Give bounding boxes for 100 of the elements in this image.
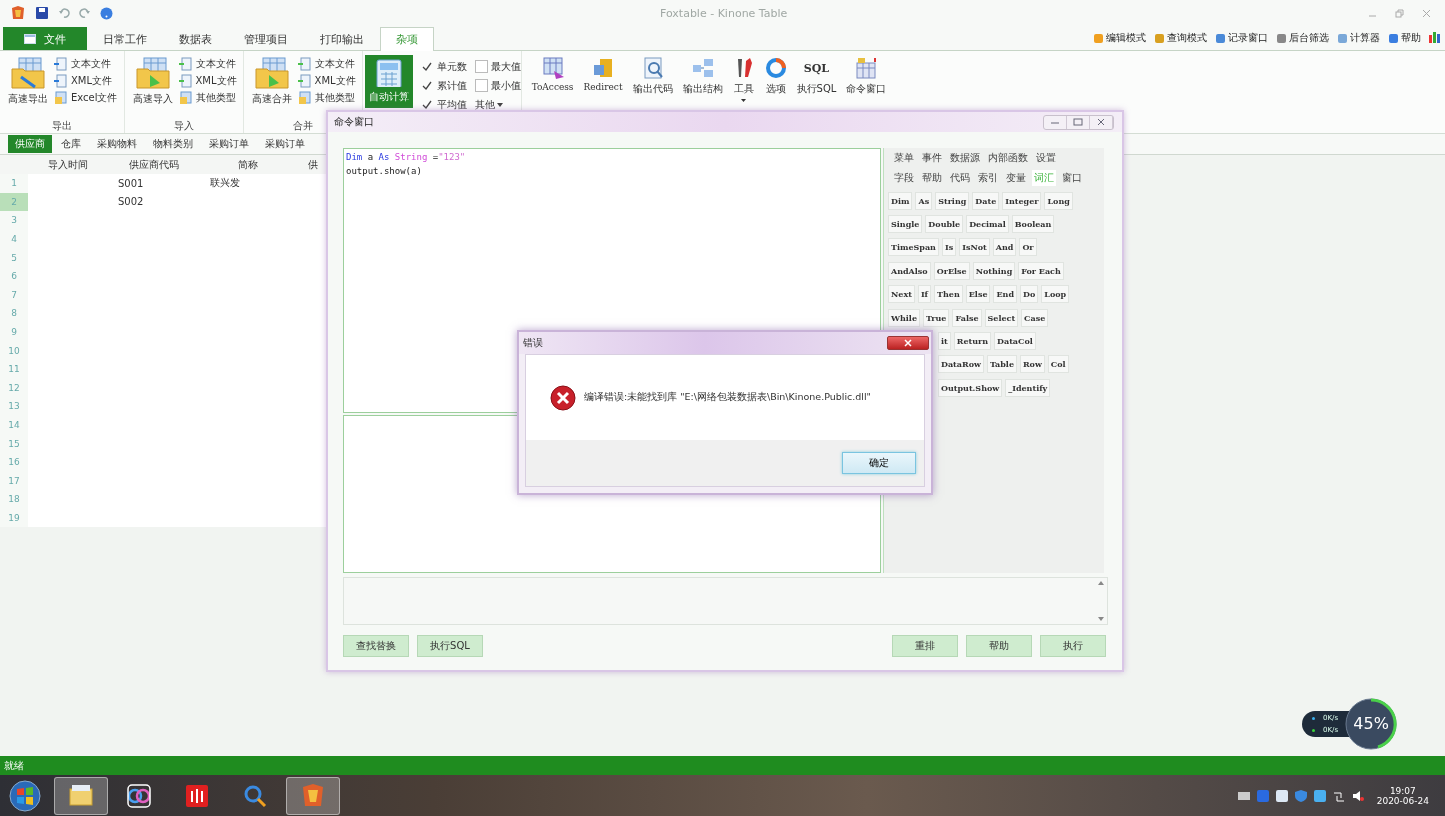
keyword-button[interactable]: Table [986,355,1017,374]
sheet-tab[interactable]: 采购订单 [258,135,312,153]
keyword-button[interactable]: TimeSpan [888,238,939,257]
keyword-button[interactable]: Boolean [1011,215,1055,234]
scroll-up-icon[interactable] [1098,581,1104,585]
command-button[interactable]: 重排 [892,635,958,657]
column-header[interactable]: 导入时间 [28,157,108,172]
speaker-icon[interactable] [1351,789,1364,802]
checkbox[interactable]: 最大值 [474,57,521,76]
keyword-button[interactable]: Decimal [966,215,1009,234]
keyword-button[interactable]: Then [934,285,963,304]
command-button[interactable]: 帮助 [966,635,1032,657]
app-icon[interactable] [10,5,26,21]
keyword-button[interactable]: Else [965,285,991,304]
toggle-button[interactable]: 自动计算 [364,55,413,108]
ribbon-button[interactable]: SQL 执行SQL [794,55,839,98]
folder-table-icon[interactable] [135,57,170,89]
keyword-button[interactable]: Is [941,238,957,257]
keyword-button[interactable]: And [992,238,1017,257]
help-icon[interactable] [100,6,113,20]
sheet-tab[interactable]: 仓库 [54,135,88,153]
command-button[interactable]: 执行 [1040,635,1106,657]
ribbon-button[interactable]: 输出代码 [630,55,675,98]
redo-icon[interactable] [79,7,91,19]
keyword-button[interactable]: Case [1021,308,1049,327]
ribbon-button[interactable]: 其他类型 [297,91,356,105]
keyword-button[interactable]: End [993,285,1017,304]
menu-tab[interactable]: 杂项 [380,27,434,51]
maximize-icon[interactable] [1073,118,1083,126]
ribbon-button[interactable]: XML文件 [178,74,237,88]
close-icon[interactable] [1096,118,1106,126]
panel-tab[interactable]: 帮助 [920,170,944,186]
keyword-button[interactable]: While [888,308,920,327]
keyword-button[interactable]: False [952,308,982,327]
keyword-button[interactable]: Date [972,191,1000,210]
panel-tab[interactable]: 设置 [1034,150,1058,166]
panel-tab[interactable]: 窗口 [1060,170,1084,186]
keyword-button[interactable]: Return [953,332,991,351]
menu-tab[interactable]: 日常工作 [87,27,163,50]
sheet-tab[interactable]: 物料类别 [146,135,200,153]
ribbon-button[interactable]: 文本文件 [54,57,118,71]
keyword-button[interactable]: Next [888,285,915,304]
ribbon-button[interactable]: XML文件 [54,74,118,88]
ribbon-button[interactable]: 命令窗口 [844,55,889,98]
checkbox[interactable]: 单元数 [420,57,467,76]
keyword-button[interactable]: _Identify [1005,378,1051,397]
keyword-button[interactable]: String [935,191,970,210]
panel-tab[interactable]: 内部函数 [986,150,1030,166]
command-button[interactable]: 查找替换 [343,635,409,657]
ribbon-button[interactable]: 高速导入 [130,55,175,119]
dropdown-button[interactable]: 其他 [474,95,521,114]
tray-app-icon[interactable] [1313,789,1326,802]
folder-table-icon[interactable] [11,57,45,89]
keyword-button[interactable]: Loop [1041,285,1070,304]
toolbar-button[interactable]: 计算器 [1337,31,1380,45]
close-icon[interactable] [1422,8,1431,18]
checkbox[interactable]: 平均值 [420,95,467,114]
taskbar-button[interactable] [54,776,108,815]
keyword-button[interactable]: Double [925,215,964,234]
sheet-tab[interactable]: 采购订单 [202,135,256,153]
ribbon-button[interactable]: XML文件 [297,74,356,88]
ribbon-button[interactable]: 其他类型 [178,91,237,105]
column-header[interactable]: 简称 [200,157,295,172]
calculator-icon[interactable] [375,59,402,87]
ribbon-button[interactable]: 选项 [762,55,789,98]
ribbon-button[interactable]: 文本文件 [178,57,237,71]
keyword-button[interactable]: For Each [1018,261,1064,280]
tray-app-icon[interactable] [1275,789,1288,802]
ribbon-button[interactable]: 高速合并 [249,55,294,119]
sheet-tab[interactable]: 供应商 [8,135,52,153]
keyword-button[interactable]: Long [1044,191,1073,210]
keyword-button[interactable]: Nothing [972,261,1016,280]
shield-icon[interactable] [1294,789,1307,802]
folder-table-icon[interactable] [254,57,289,89]
ribbon-button[interactable]: 输出结构 [680,55,725,98]
toolbar-button[interactable]: 帮助 [1388,31,1421,45]
column-header[interactable]: 供应商代码 [108,157,200,172]
toolbar-button[interactable]: 后台筛选 [1276,31,1329,45]
keyword-button[interactable]: If [917,285,932,304]
ribbon-button[interactable]: Excel文件 [54,91,118,105]
panel-tab[interactable]: 代码 [948,170,972,186]
panel-tab[interactable]: 索引 [976,170,1000,186]
menu-tab[interactable]: 数据表 [163,27,228,50]
panel-tab[interactable]: 数据源 [948,150,982,166]
ribbon-button[interactable]: Redirect [581,55,625,94]
keyboard-icon[interactable] [1237,791,1250,800]
menu-tab[interactable]: 管理项目 [228,27,304,50]
keyword-button[interactable]: True [922,308,950,327]
keyword-button[interactable]: Do [1020,285,1039,304]
save-icon[interactable] [35,6,49,20]
keyword-button[interactable]: DataCol [994,332,1036,351]
checkbox[interactable]: 最小值 [474,76,521,95]
command-button[interactable]: 执行SQL [417,635,483,657]
keyword-button[interactable]: it [938,332,951,351]
keyword-button[interactable]: Col [1047,355,1069,374]
ribbon-button[interactable]: 文本文件 [297,57,356,71]
keyword-button[interactable]: DataRow [938,355,984,374]
start-icon[interactable] [8,778,42,813]
taskbar-button[interactable] [286,776,340,815]
network-icon[interactable] [1332,789,1345,802]
